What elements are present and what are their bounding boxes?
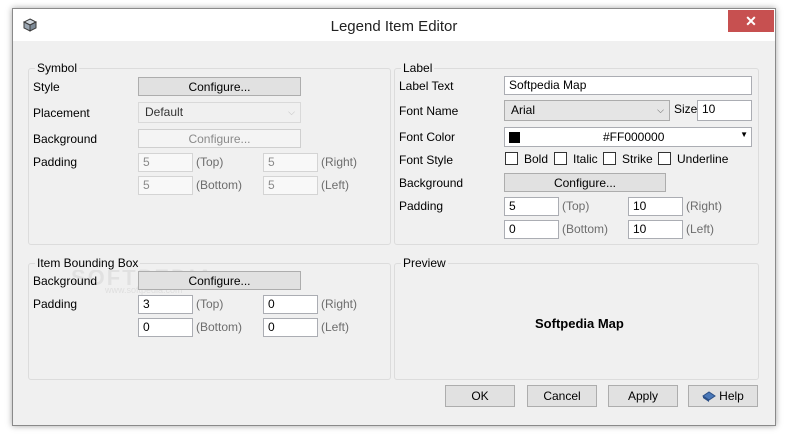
symbol-style-configure-button[interactable]: Configure... xyxy=(138,77,301,96)
label-padding-right-label: (Right) xyxy=(686,199,723,213)
title-bar: Legend Item Editor ✕ xyxy=(13,9,775,41)
label-padding-right-input[interactable]: 10 xyxy=(628,197,683,216)
symbol-group-title: Symbol xyxy=(35,61,80,75)
symbol-padding-bottom-input[interactable]: 5 xyxy=(138,176,193,195)
symbol-padding-top-input[interactable]: 5 xyxy=(138,153,193,172)
underline-label: Underline xyxy=(677,152,729,166)
placement-value: Default xyxy=(145,105,184,119)
bounding-padding-left-label: (Left) xyxy=(321,320,350,334)
symbol-background-configure-button[interactable]: Configure... xyxy=(138,129,301,148)
bounding-padding-bottom-label: (Bottom) xyxy=(196,320,243,334)
label-text-label: Label Text xyxy=(399,79,454,93)
italic-label: Italic xyxy=(573,152,598,166)
bold-checkbox[interactable] xyxy=(505,152,518,165)
bounding-box-group-title: Item Bounding Box xyxy=(35,256,141,270)
close-icon: ✕ xyxy=(745,13,757,29)
label-group: Label Label Text Softpedia Map Font Name… xyxy=(394,61,759,245)
chevron-down-icon: ▼ xyxy=(740,130,748,139)
strike-label: Strike xyxy=(622,152,653,166)
bounding-padding-top-input[interactable]: 3 xyxy=(138,295,193,314)
font-name-value: Arial xyxy=(511,103,536,117)
preview-text: Softpedia Map xyxy=(535,316,624,331)
bounding-padding-top-label: (Top) xyxy=(196,297,224,311)
symbol-padding-right-label: (Right) xyxy=(321,155,358,169)
cancel-button[interactable]: Cancel xyxy=(527,385,597,407)
font-size-input[interactable]: 10 xyxy=(697,100,752,121)
close-button[interactable]: ✕ xyxy=(728,10,774,32)
label-background-label: Background xyxy=(399,176,464,190)
dialog-client-area: SOFTPEDIA www.softpedia.com Symbol Style… xyxy=(13,41,775,425)
help-button[interactable]: Help xyxy=(688,385,758,407)
book-help-icon xyxy=(702,391,717,402)
font-name-label: Font Name xyxy=(399,104,459,118)
symbol-background-label: Background xyxy=(33,132,98,146)
bounding-padding-label: Padding xyxy=(33,297,78,311)
bounding-background-configure-button[interactable]: Configure... xyxy=(138,271,301,290)
legend-item-editor-window: Legend Item Editor ✕ SOFTPEDIA www.softp… xyxy=(12,8,776,426)
strike-checkbox[interactable] xyxy=(603,152,616,165)
bounding-background-label: Background xyxy=(33,274,98,288)
apply-button[interactable]: Apply xyxy=(608,385,678,407)
label-group-title: Label xyxy=(401,61,435,75)
label-padding-top-label: (Top) xyxy=(562,199,590,213)
label-padding-label: Padding xyxy=(399,199,444,213)
italic-checkbox[interactable] xyxy=(554,152,567,165)
symbol-padding-left-input[interactable]: 5 xyxy=(263,176,318,195)
size-label: Size xyxy=(674,102,698,116)
label-padding-left-input[interactable]: 10 xyxy=(628,220,683,239)
item-bounding-box-group: Item Bounding Box Background Configure..… xyxy=(28,256,391,380)
symbol-padding-left-label: (Left) xyxy=(321,178,350,192)
bounding-padding-bottom-input[interactable]: 0 xyxy=(138,318,193,337)
preview-group: Preview Softpedia Map xyxy=(394,256,759,380)
symbol-padding-top-label: (Top) xyxy=(196,155,224,169)
preview-group-title: Preview xyxy=(401,256,448,270)
symbol-group: Symbol Style Configure... Placement Defa… xyxy=(28,61,391,245)
label-padding-bottom-label: (Bottom) xyxy=(562,222,609,236)
window-title: Legend Item Editor xyxy=(330,18,458,35)
symbol-padding-bottom-label: (Bottom) xyxy=(196,178,243,192)
style-label: Style xyxy=(33,80,60,94)
bounding-padding-right-label: (Right) xyxy=(321,297,358,311)
font-style-label: Font Style xyxy=(399,153,454,167)
chevron-down-icon: ⌵ xyxy=(657,105,664,115)
bounding-padding-right-input[interactable]: 0 xyxy=(263,295,318,314)
bounding-padding-left-input[interactable]: 0 xyxy=(263,318,318,337)
chevron-down-icon: ⌵ xyxy=(288,107,295,117)
label-padding-bottom-input[interactable]: 0 xyxy=(504,220,559,239)
placement-dropdown[interactable]: Default ⌵ xyxy=(138,102,301,123)
help-label: Help xyxy=(719,389,744,403)
label-padding-top-input[interactable]: 5 xyxy=(504,197,559,216)
bold-label: Bold xyxy=(524,152,549,166)
label-padding-left-label: (Left) xyxy=(686,222,715,236)
symbol-padding-label: Padding xyxy=(33,155,78,169)
font-color-label: Font Color xyxy=(399,130,456,144)
font-name-dropdown[interactable]: Arial ⌵ xyxy=(504,100,670,121)
font-color-value: #FF000000 xyxy=(603,130,665,144)
font-color-dropdown[interactable]: #FF000000 ▼ xyxy=(504,127,752,147)
symbol-padding-right-input[interactable]: 5 xyxy=(263,153,318,172)
label-background-configure-button[interactable]: Configure... xyxy=(504,173,666,192)
underline-checkbox[interactable] xyxy=(658,152,671,165)
font-color-swatch xyxy=(509,132,520,143)
label-text-input[interactable]: Softpedia Map xyxy=(504,76,752,95)
placement-label: Placement xyxy=(33,106,90,120)
ok-button[interactable]: OK xyxy=(445,385,515,407)
